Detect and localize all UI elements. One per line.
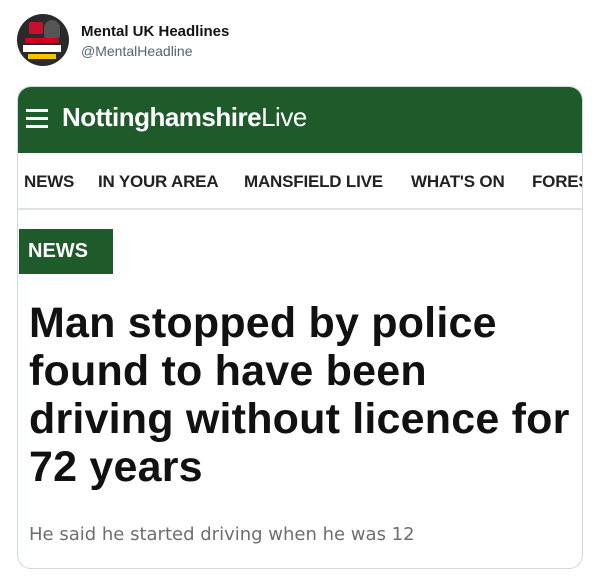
channel-badge-icon [29, 22, 43, 34]
nav-item-in-your-area[interactable]: IN YOUR AREA [98, 172, 219, 192]
author-name[interactable]: Mental UK Headlines [81, 23, 229, 40]
nav-item-mansfield-live[interactable]: MANSFIELD LIVE [244, 172, 383, 192]
article-screenshot-card[interactable]: NottinghamshireLive NEWS IN YOUR AREA MA… [17, 86, 583, 569]
site-logo[interactable]: NottinghamshireLive [62, 102, 307, 133]
section-nav: NEWS IN YOUR AREA MANSFIELD LIVE WHAT'S … [18, 153, 582, 210]
site-header-bar: NottinghamshireLive [18, 87, 582, 153]
nav-item-whats-on[interactable]: WHAT'S ON [411, 172, 505, 192]
presenter-figure-icon [44, 20, 60, 38]
section-tag[interactable]: NEWS [19, 229, 113, 274]
site-name-light: Live [261, 102, 307, 132]
hamburger-menu-icon[interactable] [26, 109, 48, 129]
nav-item-forest[interactable]: FORES [532, 172, 582, 192]
nav-item-news[interactable]: NEWS [24, 172, 74, 192]
tweet-header: Mental UK Headlines @MentalHeadline [17, 14, 577, 70]
article-standfirst: He said he started driving when he was 1… [29, 524, 415, 545]
avatar[interactable] [17, 14, 69, 66]
site-name-bold: Nottinghamshire [62, 102, 262, 132]
author-handle[interactable]: @MentalHeadline [81, 43, 193, 59]
article-headline[interactable]: Man stopped by police found to have been… [29, 299, 574, 491]
